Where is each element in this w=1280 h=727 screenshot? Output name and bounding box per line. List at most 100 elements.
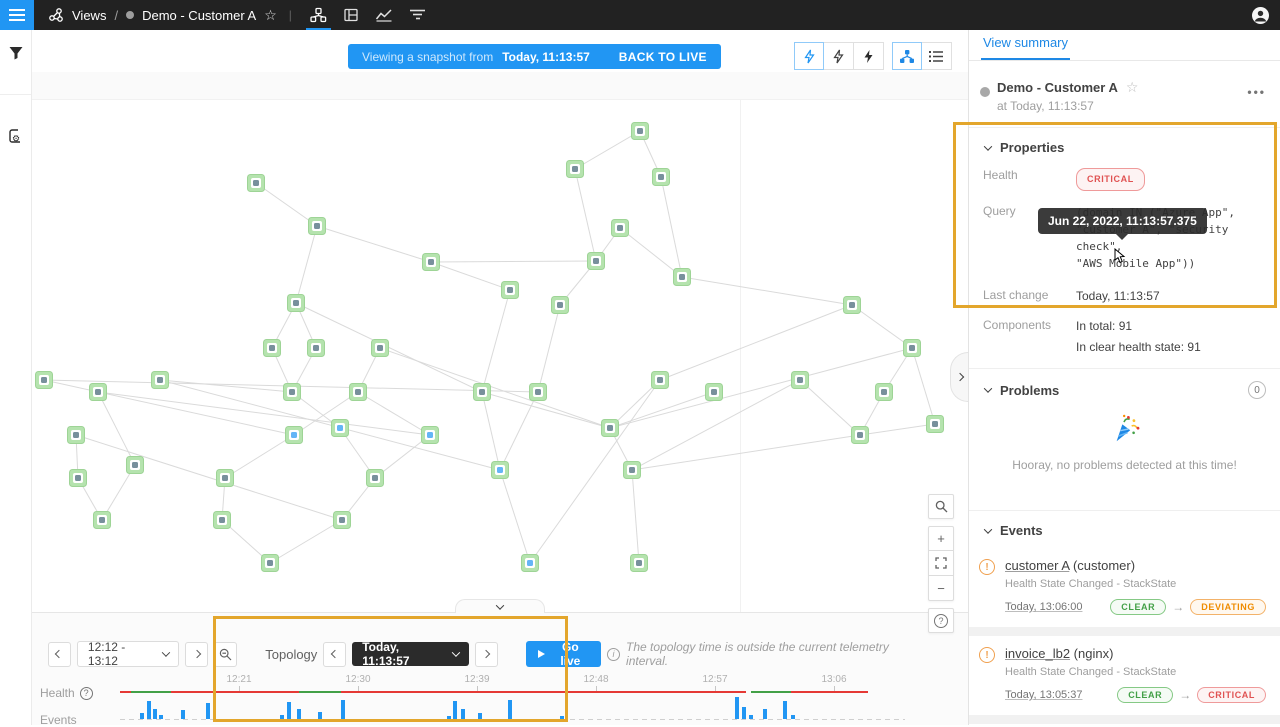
star-icon[interactable]: ☆ bbox=[1126, 79, 1139, 96]
topology-node[interactable] bbox=[262, 555, 279, 572]
topology-node[interactable] bbox=[653, 169, 670, 186]
topology-edge bbox=[482, 392, 500, 470]
breadcrumb-view-name[interactable]: Demo - Customer A bbox=[142, 8, 256, 23]
filter-icon[interactable] bbox=[0, 30, 32, 76]
topology-node[interactable] bbox=[70, 470, 87, 487]
user-avatar[interactable] bbox=[1251, 6, 1270, 25]
telemetry-view-tab[interactable] bbox=[368, 0, 401, 30]
topology-node[interactable] bbox=[502, 282, 519, 299]
topology-canvas[interactable] bbox=[32, 72, 968, 612]
events-section-header[interactable]: Events bbox=[983, 523, 1266, 538]
last-change-value[interactable]: Today, 11:13:57 bbox=[1076, 288, 1160, 305]
topology-time-select[interactable]: Today, 11:13:57 bbox=[352, 642, 469, 666]
health-help-icon[interactable]: ? bbox=[80, 687, 93, 700]
topology-node[interactable] bbox=[217, 470, 234, 487]
problems-filter-active-icon[interactable] bbox=[794, 42, 824, 70]
range-next-button[interactable] bbox=[185, 642, 208, 667]
back-to-live-button[interactable]: BACK TO LIVE bbox=[619, 50, 707, 64]
topology-node[interactable] bbox=[612, 220, 629, 237]
view-settings-icon[interactable]: ⚙ bbox=[0, 113, 32, 159]
topology-node[interactable] bbox=[288, 295, 305, 312]
topology-node[interactable] bbox=[334, 512, 351, 529]
topology-node[interactable] bbox=[308, 340, 325, 357]
event-name-link[interactable]: invoice_lb2 bbox=[1005, 646, 1070, 661]
traces-view-tab[interactable] bbox=[401, 0, 434, 30]
event-time-link[interactable]: Today, 13:05:37 bbox=[1005, 689, 1082, 701]
properties-section-header[interactable]: Properties bbox=[983, 140, 1266, 155]
topology-node[interactable] bbox=[350, 384, 367, 401]
zoom-out-range-button[interactable] bbox=[214, 642, 237, 667]
event-bar bbox=[153, 709, 157, 719]
list-layout-icon[interactable] bbox=[922, 42, 952, 70]
event-time-link[interactable]: Today, 13:06:00 bbox=[1005, 601, 1082, 613]
topology-node[interactable] bbox=[552, 297, 569, 314]
favorite-star-icon[interactable]: ☆ bbox=[264, 7, 277, 24]
topology-node[interactable] bbox=[423, 254, 440, 271]
range-prev-button[interactable] bbox=[48, 642, 71, 667]
topology-node[interactable] bbox=[422, 427, 439, 444]
topology-layout-icon[interactable] bbox=[892, 42, 922, 70]
topology-node[interactable] bbox=[844, 297, 861, 314]
topology-view-tab[interactable] bbox=[302, 0, 335, 30]
topology-time-next-button[interactable] bbox=[475, 642, 498, 667]
event-bar bbox=[478, 713, 482, 719]
lightning-outline-icon[interactable] bbox=[824, 42, 854, 70]
main-menu-button[interactable] bbox=[0, 0, 34, 30]
topology-node[interactable] bbox=[36, 372, 53, 389]
topology-node[interactable] bbox=[624, 462, 641, 479]
topology-node[interactable] bbox=[284, 384, 301, 401]
problems-section-header[interactable]: Problems 0 bbox=[983, 381, 1266, 399]
topology-node[interactable] bbox=[248, 175, 265, 192]
topology-node[interactable] bbox=[927, 416, 944, 433]
topology-node[interactable] bbox=[492, 462, 509, 479]
topology-node[interactable] bbox=[332, 420, 349, 437]
components-view-tab[interactable] bbox=[335, 0, 368, 30]
event-card[interactable]: ! invoice_lb2 (nginx) Health State Chang… bbox=[969, 636, 1280, 715]
topology-node[interactable] bbox=[90, 384, 107, 401]
topology-node[interactable] bbox=[631, 555, 648, 572]
topology-node[interactable] bbox=[309, 218, 326, 235]
topology-node[interactable] bbox=[530, 384, 547, 401]
topology-time-prev-button[interactable] bbox=[323, 642, 346, 667]
topology-node[interactable] bbox=[632, 123, 649, 140]
topology-node[interactable] bbox=[474, 384, 491, 401]
topology-node[interactable] bbox=[372, 340, 389, 357]
topology-node[interactable] bbox=[652, 372, 669, 389]
topology-node[interactable] bbox=[127, 457, 144, 474]
topology-node[interactable] bbox=[904, 340, 921, 357]
right-panel-collapse-tab[interactable] bbox=[950, 352, 968, 402]
topology-node[interactable] bbox=[264, 340, 281, 357]
search-icon[interactable] bbox=[928, 494, 954, 519]
topology-node[interactable] bbox=[674, 269, 691, 286]
lightning-filled-icon[interactable] bbox=[854, 42, 884, 70]
go-live-button[interactable]: Go live bbox=[526, 641, 601, 667]
time-range-select[interactable]: 12:12 - 13:12 bbox=[77, 641, 180, 667]
topology-node[interactable] bbox=[214, 512, 231, 529]
topology-node[interactable] bbox=[706, 384, 723, 401]
topology-node[interactable] bbox=[792, 372, 809, 389]
breadcrumb-views-link[interactable]: Views bbox=[72, 8, 106, 23]
topology-node[interactable] bbox=[567, 161, 584, 178]
topology-graph[interactable] bbox=[32, 72, 968, 612]
topology-edge bbox=[912, 348, 935, 424]
zoom-out-button[interactable]: − bbox=[928, 576, 954, 601]
topology-node[interactable] bbox=[286, 427, 303, 444]
event-name-link[interactable]: customer A bbox=[1005, 558, 1069, 573]
help-button[interactable]: ? bbox=[928, 608, 954, 633]
component-icon bbox=[132, 462, 138, 468]
view-summary-tab[interactable]: View summary bbox=[981, 35, 1070, 60]
topology-node[interactable] bbox=[94, 512, 111, 529]
fit-to-screen-button[interactable] bbox=[928, 551, 954, 576]
event-card[interactable]: ! customer A (customer) Health State Cha… bbox=[969, 548, 1280, 627]
zoom-in-button[interactable]: + bbox=[928, 526, 954, 551]
topology-node[interactable] bbox=[602, 420, 619, 437]
timeline-collapse-tab[interactable] bbox=[455, 599, 545, 613]
topology-node[interactable] bbox=[367, 470, 384, 487]
more-menu-icon[interactable]: ••• bbox=[1247, 85, 1266, 99]
topology-node[interactable] bbox=[852, 427, 869, 444]
topology-node[interactable] bbox=[68, 427, 85, 444]
topology-node[interactable] bbox=[876, 384, 893, 401]
topology-node[interactable] bbox=[152, 372, 169, 389]
topology-node[interactable] bbox=[588, 253, 605, 270]
topology-node[interactable] bbox=[522, 555, 539, 572]
